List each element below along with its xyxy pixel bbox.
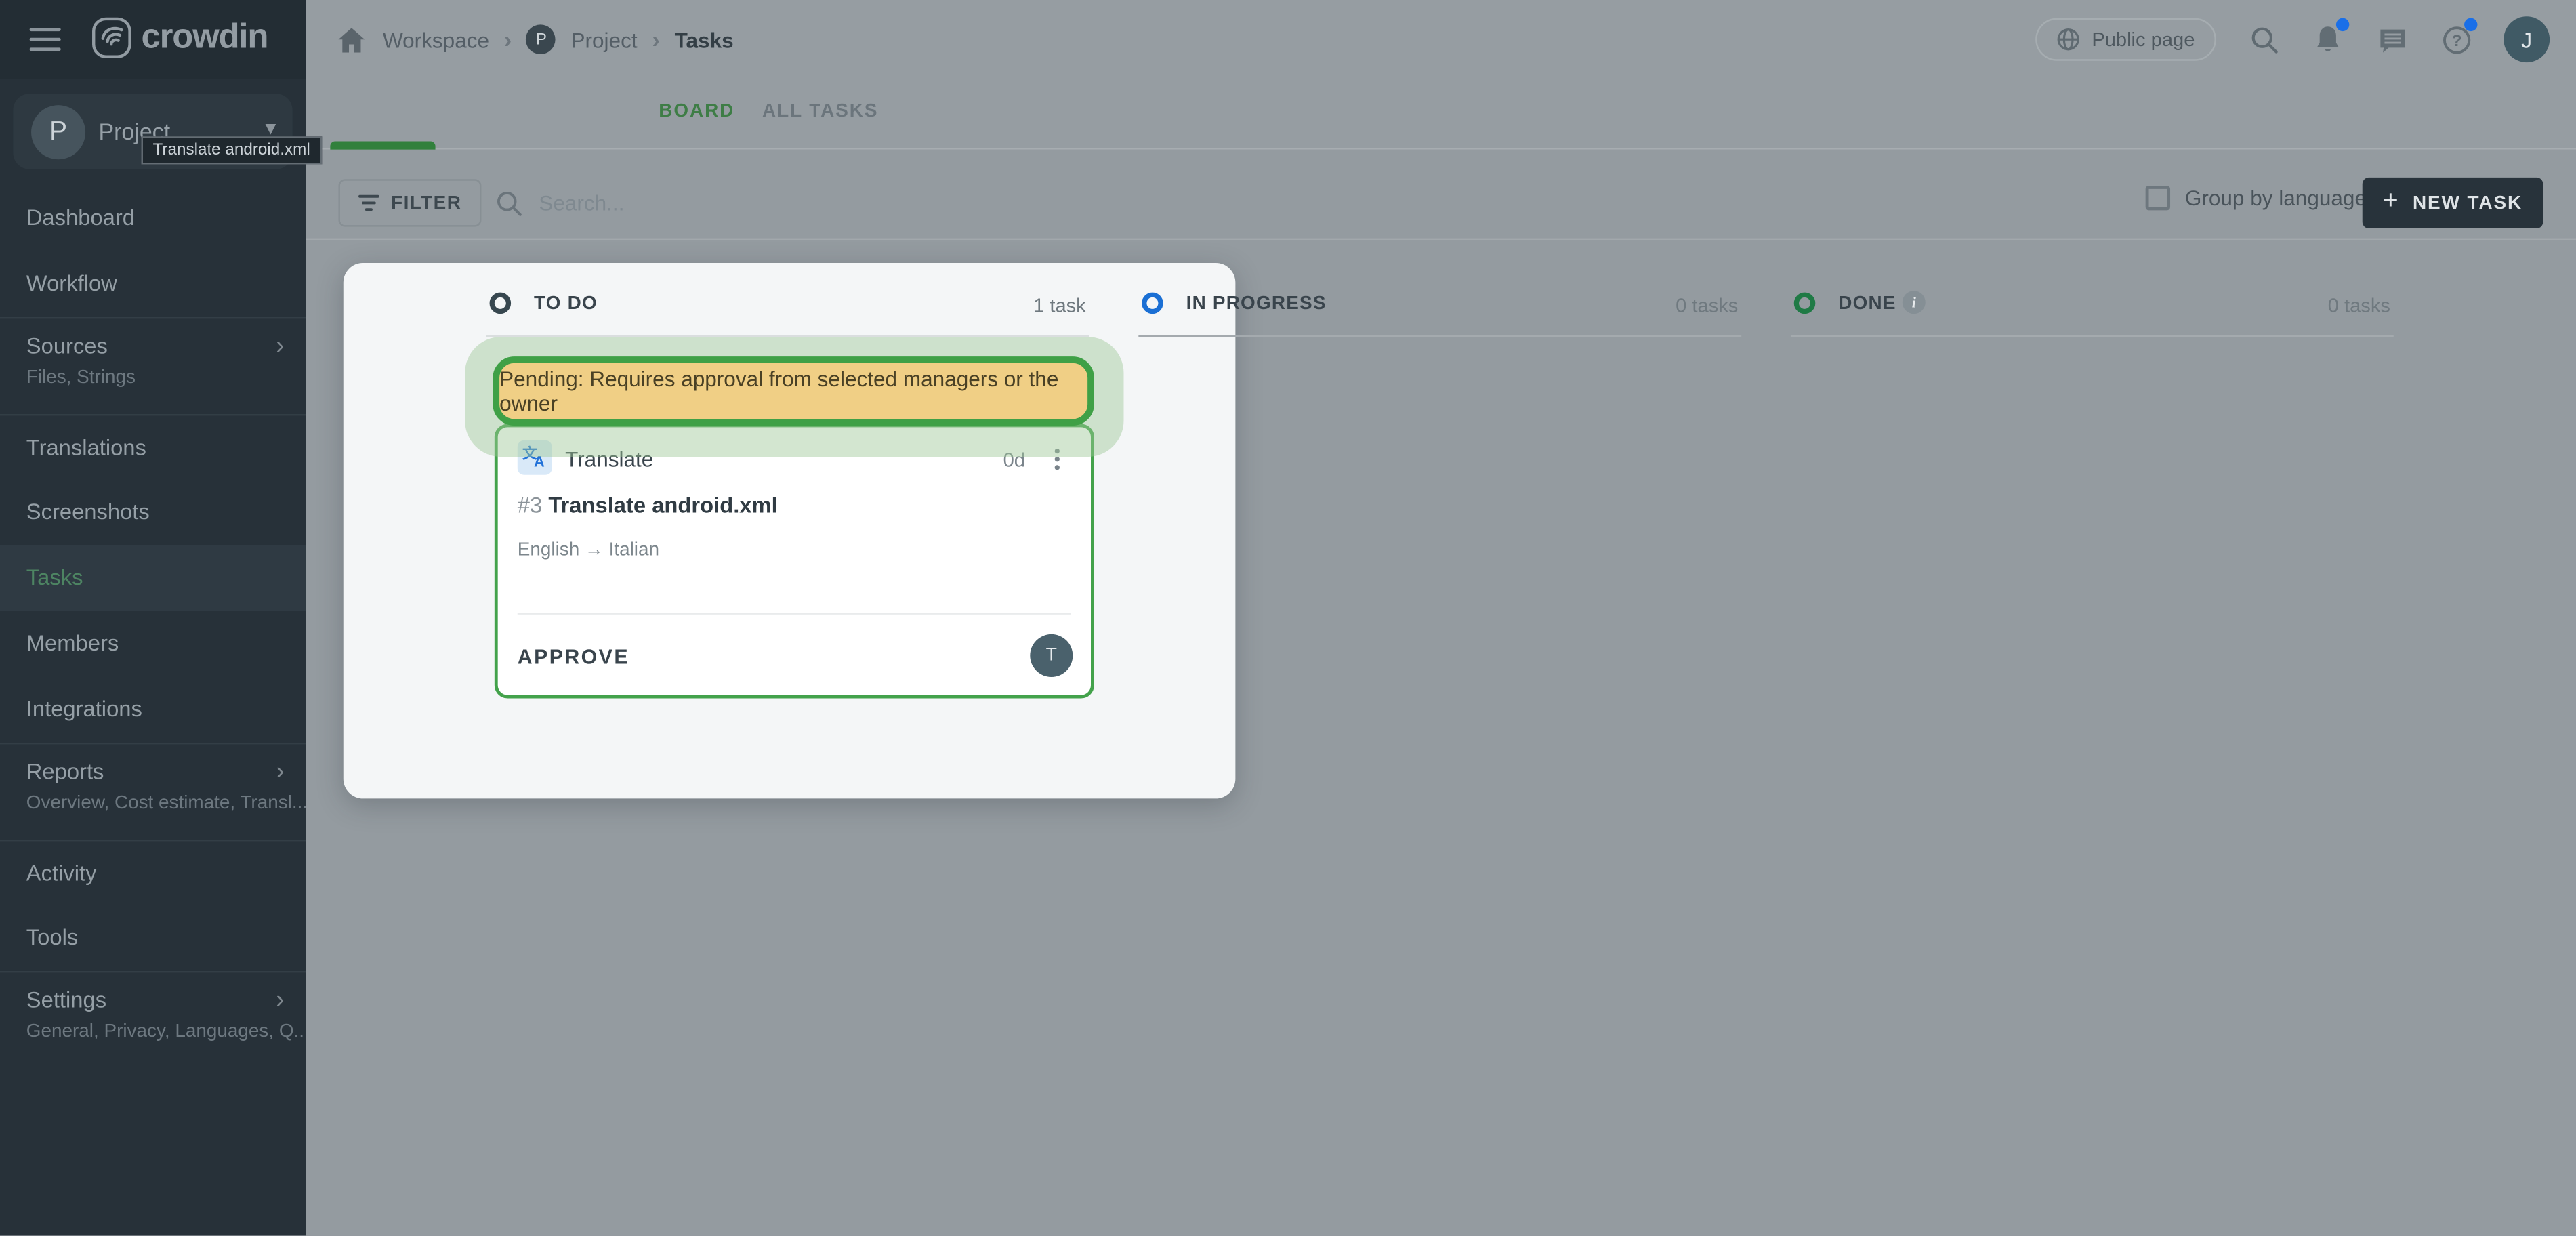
sidebar-item-sources-subtitle: Files, Strings (26, 368, 306, 390)
tasks-board-content: FILTER Group by language + NEW TASK TO D… (306, 150, 2576, 1236)
column-count: 1 task (1033, 294, 1086, 317)
crowdin-logo-icon (90, 16, 133, 59)
card-divider (518, 613, 1071, 614)
column-divider (486, 335, 1089, 337)
plus-icon: + (2383, 188, 2400, 215)
notifications-bell-icon[interactable] (2312, 23, 2344, 56)
project-tooltip: Translate android.xml (142, 136, 322, 164)
sidebar-item-reports-subtitle: Overview, Cost estimate, Transl... (26, 794, 306, 815)
search-input[interactable] (539, 190, 867, 215)
help-dot (2464, 18, 2477, 31)
todo-column-panel: TO DO 1 task 文 A Translate 0d (344, 263, 1236, 798)
column-header-done: DONE i 0 tasks (1791, 289, 2394, 337)
column-divider (1138, 335, 1741, 337)
group-by-language-label: Group by language (2185, 186, 2367, 210)
breadcrumb: Workspace › P Project › Tasks (335, 0, 734, 79)
assignee-avatar: T (1030, 634, 1073, 677)
user-avatar[interactable]: J (2504, 16, 2550, 62)
tabstrip: BOARD ALL TASKS (306, 79, 2576, 149)
chevron-right-icon: › (504, 26, 512, 53)
sidebar-item-activity[interactable]: Activity (0, 840, 306, 905)
column-count: 0 tasks (2328, 294, 2390, 317)
sidebar-header: crowdin (0, 0, 306, 79)
column-count: 0 tasks (1676, 294, 1738, 317)
sidebar-item-screenshots[interactable]: Screenshots (0, 480, 306, 545)
sidebar-item-translations[interactable]: Translations (0, 414, 306, 480)
filter-label: FILTER (391, 193, 461, 213)
tab-all-tasks[interactable]: ALL TASKS (762, 102, 878, 121)
pending-tooltip: Pending: Requires approval from selected… (493, 356, 1094, 426)
task-card[interactable]: 文 A Translate 0d #3 Translate android.xm… (495, 424, 1094, 699)
chevron-right-icon: › (276, 987, 284, 1014)
sidebar-item-settings-subtitle: General, Privacy, Languages, Q... (26, 1022, 306, 1044)
approve-button[interactable]: APPROVE (518, 646, 629, 669)
status-ring-in-progress-icon (1142, 293, 1163, 314)
breadcrumb-current: Tasks (675, 27, 734, 52)
globe-icon (2057, 28, 2080, 51)
group-by-language-toggle[interactable]: Group by language (2146, 186, 2367, 210)
chevron-right-icon: › (652, 26, 659, 53)
kebab-menu-icon[interactable] (1045, 444, 1068, 474)
column-name: IN PROGRESS (1186, 294, 1327, 314)
crowdin-wordmark: crowdin (142, 18, 268, 58)
help-icon[interactable]: ? (2440, 23, 2472, 56)
sidebar-item-sources[interactable]: Sources Files, Strings › (0, 317, 306, 414)
sidebar-item-dashboard[interactable]: Dashboard (0, 186, 306, 251)
public-page-label: Public page (2092, 28, 2195, 51)
sidebar-item-workflow[interactable]: Workflow (0, 251, 306, 317)
search-field (496, 179, 867, 226)
tab-board[interactable]: BOARD (659, 102, 734, 121)
column-divider (1791, 335, 2394, 337)
svg-text:A: A (534, 453, 545, 468)
search-icon (496, 190, 522, 216)
column-header-todo: TO DO 1 task (486, 289, 1089, 337)
sidebar-item-settings[interactable]: Settings General, Privacy, Languages, Q.… (0, 971, 306, 1068)
sidebar-item-tools[interactable]: Tools (0, 905, 306, 971)
due-badge: 0d (1003, 449, 1025, 472)
column-header-in-progress: IN PROGRESS 0 tasks (1138, 289, 1741, 337)
hamburger-menu-icon[interactable] (30, 28, 61, 51)
notification-dot (2336, 18, 2349, 31)
topbar-actions: Public page (2036, 0, 2550, 79)
task-language-pair: English → Italian (518, 541, 659, 560)
new-task-button[interactable]: + NEW TASK (2363, 178, 2543, 228)
project-avatar: P (31, 105, 85, 159)
sidebar-item-reports[interactable]: Reports Overview, Cost estimate, Transl.… (0, 743, 306, 840)
toolbar-divider (306, 239, 2576, 240)
task-title-text: Translate android.xml (548, 493, 777, 517)
group-by-language-checkbox[interactable] (2146, 186, 2170, 210)
crowdin-tasks-page: crowdin P Project ▾ Translate android.xm… (0, 0, 2576, 1235)
status-ring-todo-icon (490, 293, 512, 314)
search-icon[interactable] (2247, 23, 2280, 56)
breadcrumb-project[interactable]: Project (571, 27, 638, 52)
column-name: DONE (1838, 294, 1896, 314)
translate-icon: 文 A (518, 440, 552, 475)
sidebar-item-members[interactable]: Members (0, 611, 306, 677)
status-ring-done-icon (1794, 293, 1816, 314)
info-icon[interactable]: i (1903, 291, 1926, 314)
public-page-button[interactable]: Public page (2036, 18, 2216, 61)
topbar: Workspace › P Project › Tasks Public pag… (306, 0, 2576, 79)
new-task-label: NEW TASK (2413, 193, 2522, 213)
task-card-header: 文 A Translate 0d (518, 440, 1075, 476)
filter-icon (358, 194, 380, 212)
sidebar-item-tasks[interactable]: Tasks (0, 545, 306, 611)
breadcrumb-project-avatar: P (526, 24, 556, 54)
home-icon[interactable] (335, 23, 368, 56)
chevron-right-icon: › (276, 759, 284, 785)
task-title: #3 Translate android.xml (518, 493, 778, 517)
column-name: TO DO (534, 294, 598, 314)
filter-button[interactable]: FILTER (338, 179, 481, 226)
chevron-right-icon: › (276, 333, 284, 360)
crowdin-logo[interactable]: crowdin (90, 16, 268, 59)
sidebar-nav: Dashboard Workflow Sources Files, String… (0, 186, 306, 1068)
workflow-step-label: Translate (565, 447, 653, 472)
chat-icon[interactable] (2375, 23, 2408, 56)
svg-text:?: ? (2451, 31, 2461, 49)
breadcrumb-workspace[interactable]: Workspace (383, 27, 489, 52)
sidebar-item-integrations[interactable]: Integrations (0, 677, 306, 743)
sidebar: crowdin P Project ▾ Translate android.xm… (0, 0, 306, 1235)
task-id: #3 (518, 493, 542, 517)
